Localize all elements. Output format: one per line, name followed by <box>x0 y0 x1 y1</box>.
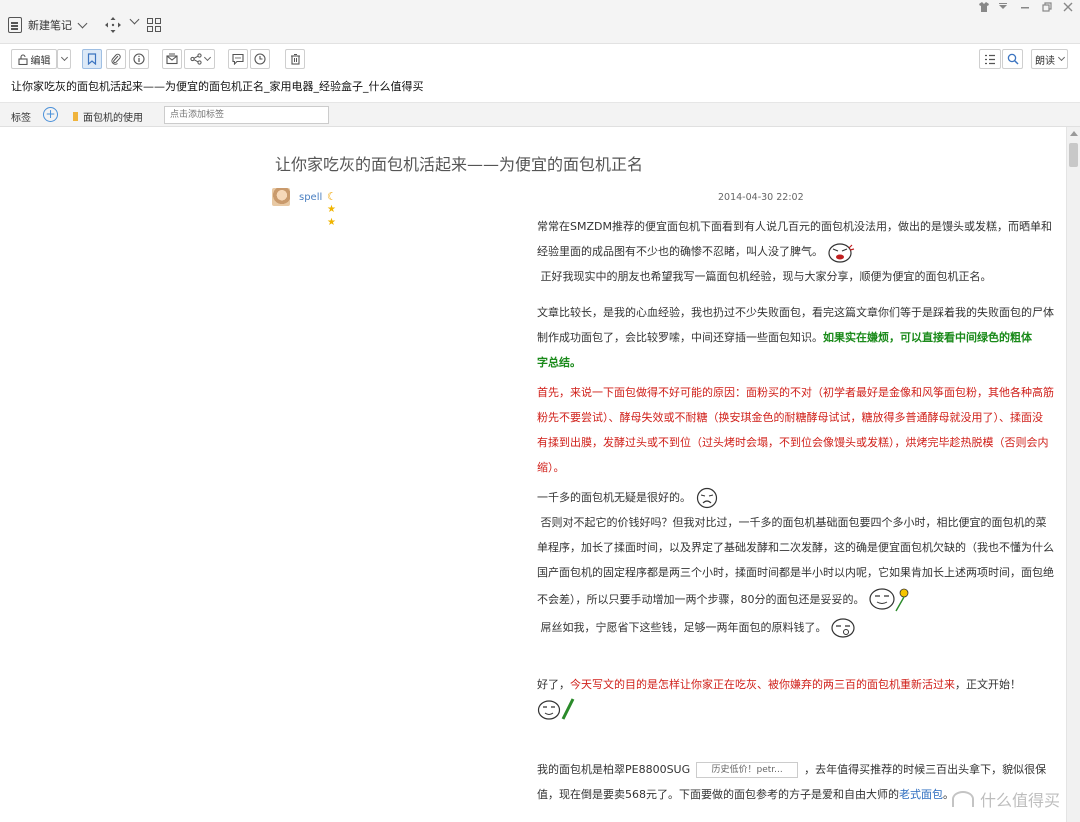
star-icon: ★ <box>327 204 336 215</box>
trash-icon <box>290 54 300 65</box>
paragraph-3: 首先，来说一下面包做得不好可能的原因：面粉买的不对（初学者最好是金像和风筝面包粉… <box>537 386 1054 474</box>
shirt-icon[interactable] <box>978 2 990 14</box>
list-icon <box>985 54 995 64</box>
avatar[interactable] <box>272 188 290 206</box>
edit-button[interactable]: 编辑 <box>11 49 57 69</box>
tag-bar: 标签 + 面包机的使用 <box>0 102 1080 127</box>
editor-toolbar: 编辑 朗读 <box>0 45 1080 73</box>
top-bar: 新建笔记 <box>0 0 1080 44</box>
search-icon <box>1007 53 1019 65</box>
new-note-button[interactable]: 新建笔记 <box>8 14 88 36</box>
read-aloud-button[interactable]: 朗读 <box>1031 49 1068 69</box>
edit-label: 编辑 <box>30 55 51 67</box>
layout-grid-icon[interactable] <box>147 18 161 32</box>
outline-button[interactable] <box>979 49 1001 69</box>
scrollbar-thumb[interactable] <box>1069 143 1078 167</box>
chevron-down-icon <box>60 53 68 62</box>
chevron-down-icon <box>1057 53 1066 62</box>
delete-button[interactable] <box>285 49 305 69</box>
chevron-down-icon <box>203 53 211 62</box>
chevron-down-icon <box>77 18 88 28</box>
paragraph-2: 文章比较长，是我的心血经验，我也扔过不少失败面包，看完这篇文章你们等于是踩着我的… <box>537 306 1054 369</box>
paragraph-1: 常常在SMZDM推荐的便宜面包机下面看到有人说几百元的面包机没法用，做出的是馒头… <box>537 220 1052 283</box>
angry-face-icon <box>827 243 854 263</box>
attachment-button[interactable] <box>106 49 126 69</box>
flower-face-icon <box>869 588 909 612</box>
move-button[interactable] <box>104 14 140 34</box>
paperclip-icon <box>111 53 121 65</box>
tag-input[interactable] <box>164 106 329 124</box>
star-icon: ★ <box>327 217 336 228</box>
minimize-icon[interactable] <box>1020 2 1030 14</box>
smzdm-logo-icon <box>952 791 974 807</box>
clock-icon <box>254 53 266 65</box>
move-arrows-icon <box>105 17 121 33</box>
chevron-down-icon <box>129 14 140 25</box>
wink-face-icon <box>831 618 855 638</box>
moon-icon: ☾ <box>327 190 337 203</box>
author-name[interactable]: spell <box>299 192 322 203</box>
mail-button[interactable] <box>162 49 182 69</box>
history-button[interactable] <box>250 49 270 69</box>
pen-face-icon <box>537 698 575 720</box>
bookmark-flag-icon <box>73 112 78 121</box>
paragraph-5: 好了，今天写文的目的是怎样让你家正在吃灰、被你嫌弃的两三百的面包机重新活过来，正… <box>537 672 1057 725</box>
price-history-box[interactable]: 历史低价！petr... <box>696 762 799 778</box>
add-tag-icon[interactable]: + <box>43 107 58 122</box>
tag-chip[interactable]: 面包机的使用 <box>73 109 143 124</box>
new-note-label: 新建笔记 <box>28 19 72 32</box>
scroll-up-icon[interactable] <box>1070 131 1078 136</box>
crying-face-icon <box>696 487 717 509</box>
comment-button[interactable] <box>228 49 248 69</box>
restore-icon[interactable] <box>1042 2 1052 14</box>
vertical-scrollbar[interactable] <box>1066 127 1080 822</box>
note-content[interactable]: 让你家吃灰的面包机活起来——为便宜的面包机正名 spell ☾ ★ ★ 2014… <box>0 127 1066 822</box>
new-note-icon <box>8 17 22 33</box>
info-icon <box>133 53 145 65</box>
paragraph-4: 一千多的面包机无疑是很好的。 否则对不起它的价钱好吗？但我对比过，一千多的面包机… <box>537 485 1057 640</box>
edit-dropdown[interactable] <box>57 49 71 69</box>
bookmark-button[interactable] <box>82 49 102 69</box>
lock-icon <box>17 53 28 65</box>
read-aloud-label: 朗读 <box>1035 55 1055 67</box>
watermark-text: 什么值得买 <box>980 791 1061 810</box>
close-icon[interactable] <box>1063 2 1073 14</box>
bookmark-icon <box>87 53 97 65</box>
tag-label: 标签 <box>11 113 31 124</box>
note-title[interactable]: 让你家吃灰的面包机活起来——为便宜的面包机正名_家用电器_经验盒子_什么值得买 <box>11 78 424 94</box>
info-button[interactable] <box>129 49 149 69</box>
dropdown-icon[interactable] <box>998 2 1008 14</box>
find-button[interactable] <box>1002 49 1023 69</box>
article-title: 让你家吃灰的面包机活起来——为便宜的面包机正名 <box>275 155 644 174</box>
post-date: 2014-04-30 22:02 <box>718 192 804 203</box>
recipe-link[interactable]: 老式面包 <box>899 788 943 801</box>
tag-chip-label: 面包机的使用 <box>83 113 143 124</box>
share-button[interactable] <box>184 49 215 69</box>
envelope-icon <box>166 53 178 65</box>
comment-icon <box>232 53 244 65</box>
share-icon <box>189 53 202 65</box>
watermark: 什么值得买 <box>952 787 1060 811</box>
